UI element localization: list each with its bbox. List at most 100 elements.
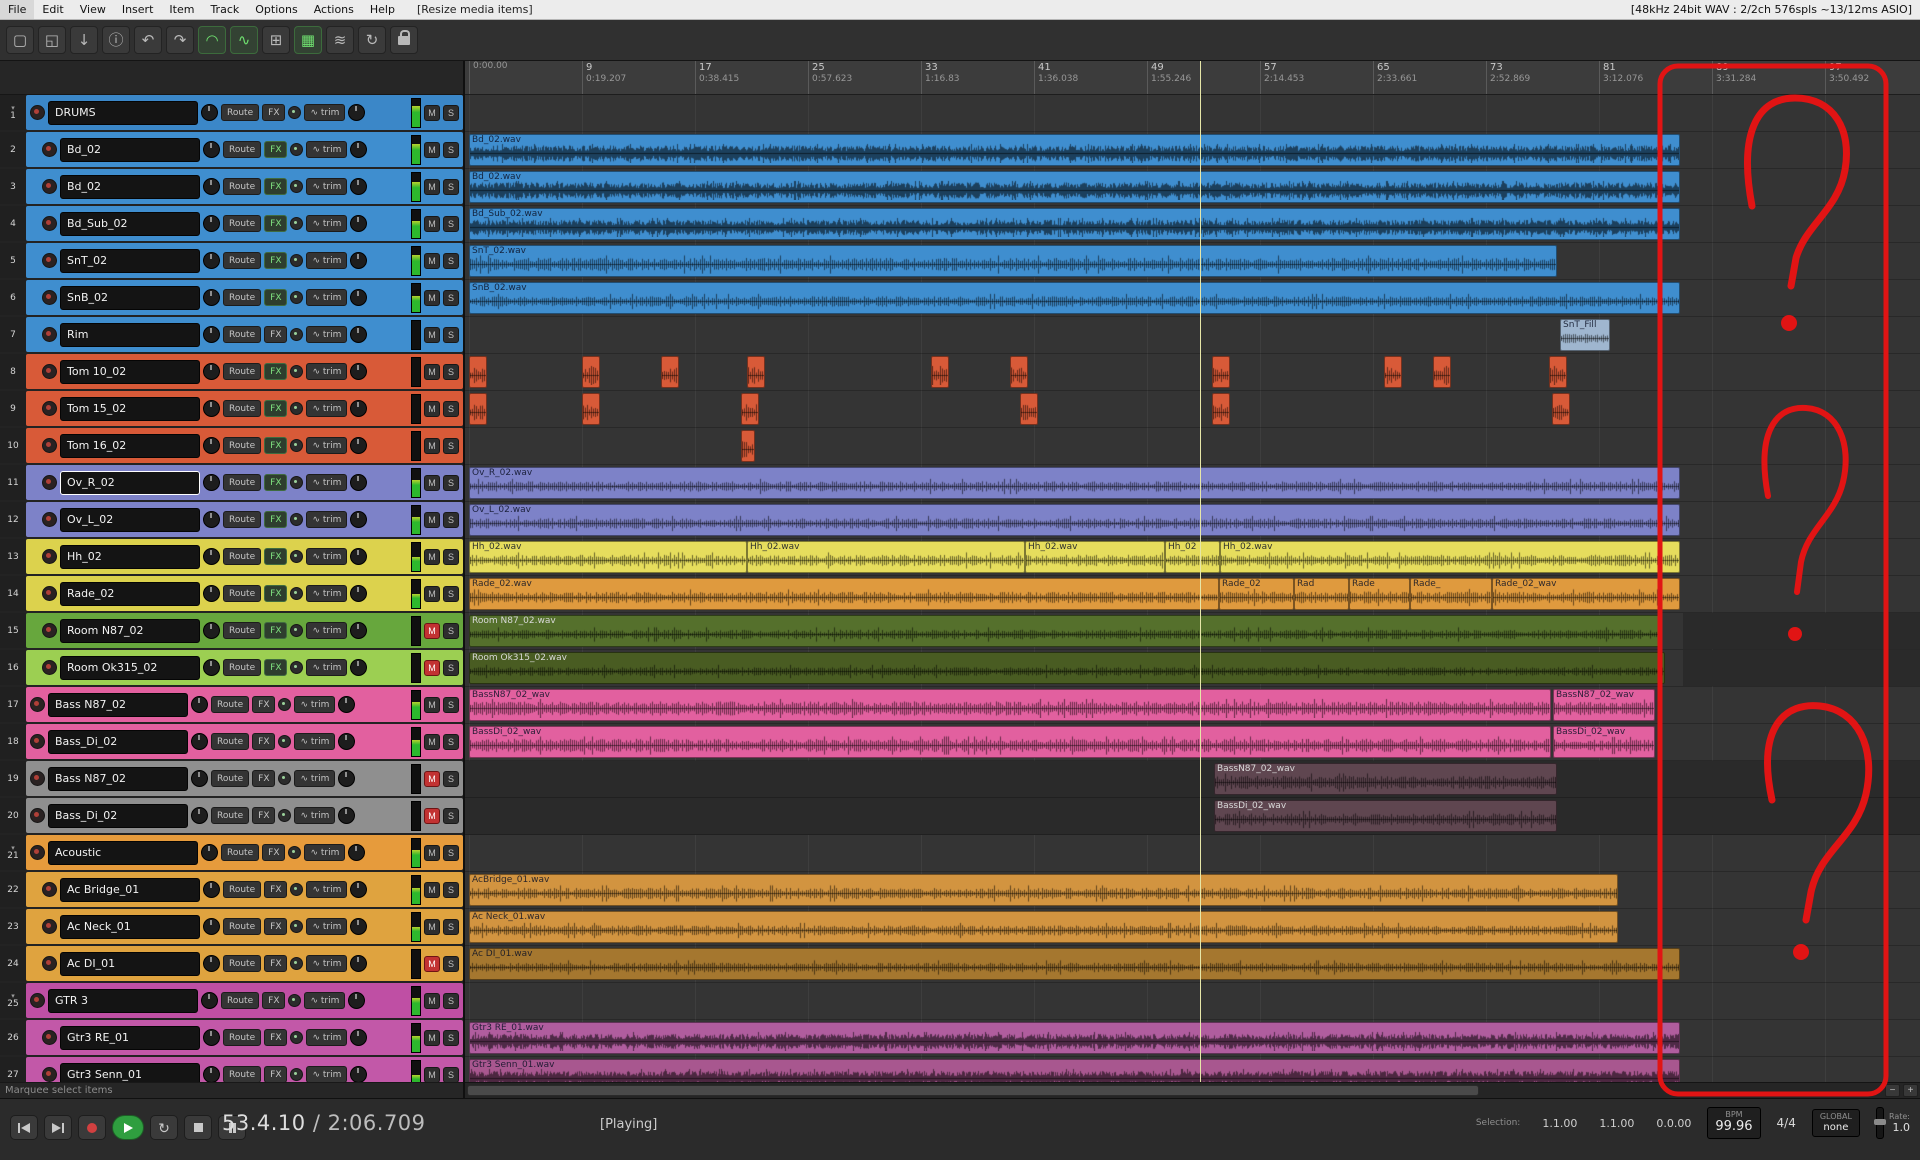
route-button[interactable]: Route — [223, 511, 261, 528]
pan-knob[interactable] — [203, 141, 220, 158]
volume-knob[interactable] — [350, 289, 367, 306]
trim-envelope-button[interactable]: ∿ trim — [294, 733, 335, 750]
fx-button[interactable]: FX — [264, 548, 287, 565]
pan-knob[interactable] — [203, 622, 220, 639]
record-arm-button[interactable] — [42, 475, 57, 490]
volume-knob[interactable] — [350, 881, 367, 898]
route-button[interactable]: Route — [221, 992, 259, 1009]
fx-button[interactable]: FX — [262, 992, 285, 1009]
record-arm-button[interactable] — [42, 290, 57, 305]
track-panel-row[interactable]: 13Hh_02RouteFX∿ trimMS — [0, 539, 463, 574]
track-name[interactable]: Tom 16_02 — [60, 434, 200, 458]
track-panel-row[interactable]: 16Room Ok315_02RouteFX∿ trimMS — [0, 650, 463, 685]
record-arm-button[interactable] — [42, 660, 57, 675]
mute-button[interactable]: M — [424, 327, 440, 343]
media-item[interactable]: Gtr3 Senn_01.wav — [469, 1059, 1680, 1082]
track-name[interactable]: SnB_02 — [60, 286, 200, 310]
media-item[interactable] — [469, 393, 487, 425]
menu-track[interactable]: Track — [202, 0, 247, 19]
route-button[interactable]: Route — [223, 289, 261, 306]
route-button[interactable]: Route — [211, 733, 249, 750]
repeat-button[interactable]: ↻ — [150, 1115, 178, 1140]
volume-knob[interactable] — [350, 252, 367, 269]
media-item[interactable]: Hh_02.wav — [1025, 541, 1165, 573]
fx-enable-toggle[interactable] — [290, 402, 303, 415]
fx-button[interactable]: FX — [264, 585, 287, 602]
track-panel-row[interactable]: 12Ov_L_02RouteFX∿ trimMS — [0, 502, 463, 537]
arrange-lane[interactable]: SnT_Fill — [465, 317, 1920, 354]
route-button[interactable]: Route — [223, 363, 261, 380]
record-arm-button[interactable] — [30, 697, 45, 712]
volume-knob[interactable] — [350, 1066, 367, 1082]
fx-enable-toggle[interactable] — [290, 661, 303, 674]
pan-knob[interactable] — [203, 548, 220, 565]
track-name[interactable]: Ov_R_02 — [60, 471, 200, 495]
track-panel-row[interactable]: 5SnT_02RouteFX∿ trimMS — [0, 243, 463, 278]
media-item[interactable]: Hh_02.wav — [469, 541, 747, 573]
track-panel-row[interactable]: ▾25GTR 3RouteFX∿ trimMS — [0, 983, 463, 1018]
route-button[interactable]: Route — [223, 1029, 261, 1046]
volume-knob[interactable] — [338, 733, 355, 750]
media-item[interactable] — [582, 356, 600, 388]
fx-button[interactable]: FX — [264, 400, 287, 417]
save-icon[interactable]: ↓ — [70, 26, 98, 54]
fx-enable-toggle[interactable] — [290, 217, 303, 230]
fx-enable-toggle[interactable] — [290, 957, 303, 970]
trim-envelope-button[interactable]: ∿ trim — [306, 881, 347, 898]
track-name[interactable]: Bass N87_02 — [48, 693, 188, 717]
solo-button[interactable]: S — [443, 993, 459, 1009]
record-arm-button[interactable] — [42, 142, 57, 157]
record-arm-button[interactable] — [42, 364, 57, 379]
pan-knob[interactable] — [203, 289, 220, 306]
trim-envelope-button[interactable]: ∿ trim — [306, 437, 347, 454]
trim-envelope-button[interactable]: ∿ trim — [306, 622, 347, 639]
fx-button[interactable]: FX — [264, 474, 287, 491]
record-arm-button[interactable] — [42, 882, 57, 897]
record-arm-button[interactable] — [42, 1030, 57, 1045]
record-arm-button[interactable] — [42, 549, 57, 564]
volume-knob[interactable] — [350, 363, 367, 380]
fx-button[interactable]: FX — [264, 178, 287, 195]
solo-button[interactable]: S — [443, 956, 459, 972]
fx-enable-toggle[interactable] — [278, 809, 291, 822]
solo-button[interactable]: S — [443, 1067, 459, 1083]
pan-knob[interactable] — [203, 363, 220, 380]
track-panel-row[interactable]: 18Bass_Di_02RouteFX∿ trimMS — [0, 724, 463, 759]
media-item[interactable]: Rad — [1294, 578, 1349, 610]
solo-button[interactable]: S — [443, 697, 459, 713]
pan-knob[interactable] — [203, 1029, 220, 1046]
arrange-lane[interactable]: Ac DI_01.wav — [465, 946, 1920, 983]
track-name[interactable]: Tom 10_02 — [60, 360, 200, 384]
solo-button[interactable]: S — [443, 586, 459, 602]
pan-knob[interactable] — [203, 659, 220, 676]
fx-button[interactable]: FX — [252, 733, 275, 750]
track-panel-row[interactable]: 7RimRouteFX∿ trimMS — [0, 317, 463, 352]
trim-envelope-button[interactable]: ∿ trim — [306, 141, 347, 158]
fx-button[interactable]: FX — [262, 104, 285, 121]
route-button[interactable]: Route — [223, 955, 261, 972]
solo-button[interactable]: S — [443, 734, 459, 750]
media-item[interactable] — [931, 356, 949, 388]
track-name[interactable]: Ov_L_02 — [60, 508, 200, 532]
mute-button[interactable]: M — [424, 364, 440, 380]
track-panel-row[interactable]: 15Room N87_02RouteFX∿ trimMS — [0, 613, 463, 648]
record-arm-button[interactable] — [30, 105, 45, 120]
pan-knob[interactable] — [191, 733, 208, 750]
menu-insert[interactable]: Insert — [114, 0, 162, 19]
route-button[interactable]: Route — [221, 844, 259, 861]
track-panel-row[interactable]: 10Tom 16_02RouteFX∿ trimMS — [0, 428, 463, 463]
arrange-lane[interactable]: BassN87_02_wavBassN87_02_wav — [465, 687, 1920, 724]
track-panel-row[interactable]: 4Bd_Sub_02RouteFX∿ trimMS — [0, 206, 463, 241]
time-signature[interactable]: 4/4 — [1777, 1116, 1796, 1130]
track-panel-row[interactable]: 6SnB_02RouteFX∿ trimMS — [0, 280, 463, 315]
record-arm-button[interactable] — [42, 1067, 57, 1082]
media-item[interactable]: Rade_02_wav — [1492, 578, 1680, 610]
fx-enable-toggle[interactable] — [290, 439, 303, 452]
arrange-lane[interactable]: Rade_02.wavRade_02RadRadeRade_Rade_02_wa… — [465, 576, 1920, 613]
route-button[interactable]: Route — [223, 881, 261, 898]
solo-button[interactable]: S — [443, 364, 459, 380]
media-item[interactable]: BassDi_02_wav — [1553, 726, 1655, 758]
route-button[interactable]: Route — [223, 1066, 261, 1082]
zoom-out-button[interactable]: − — [1885, 1084, 1900, 1097]
trim-envelope-button[interactable]: ∿ trim — [306, 585, 347, 602]
